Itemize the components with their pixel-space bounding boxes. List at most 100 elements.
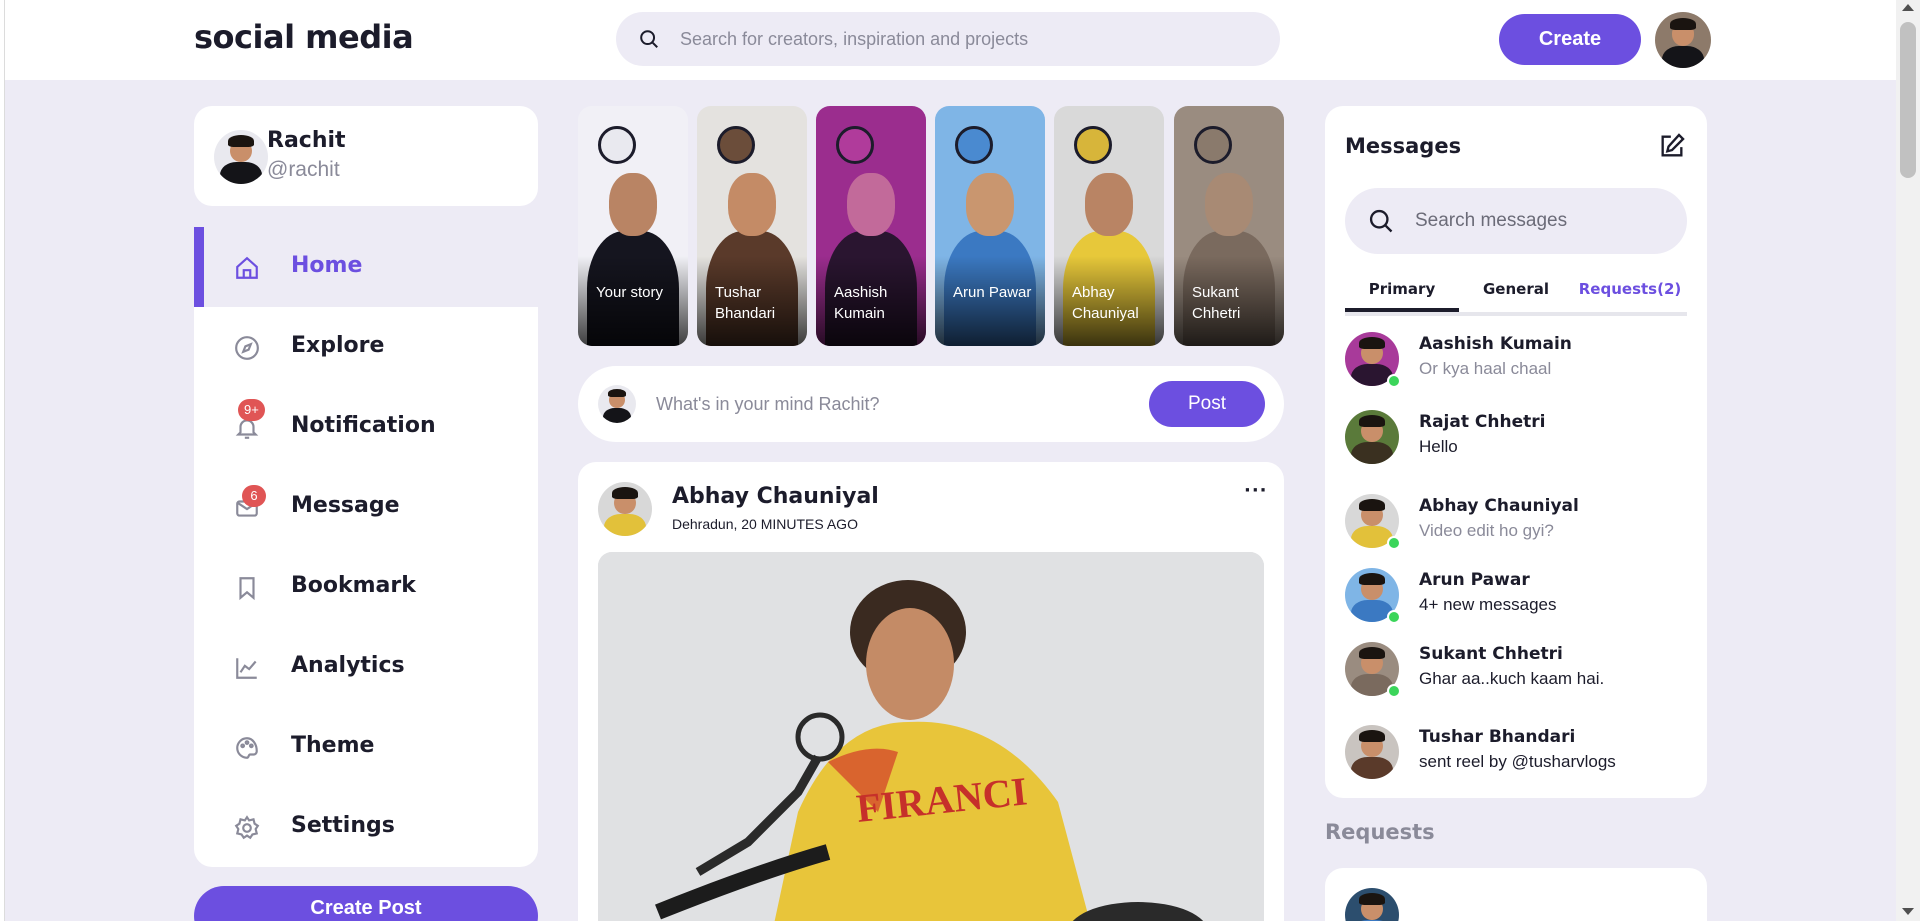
story-avatar xyxy=(717,126,755,164)
message-sender: Abhay Chauniyal xyxy=(1419,496,1579,516)
message-preview: Video edit ho gyi? xyxy=(1419,521,1554,540)
chart-icon xyxy=(236,658,257,679)
story-card[interactable]: Aashish Kumain xyxy=(816,106,926,346)
more-options-icon[interactable]: ··· xyxy=(1244,480,1268,501)
story-card[interactable]: Abhay Chauniyal xyxy=(1054,106,1164,346)
sidebar-item-analytics[interactable]: Analytics xyxy=(194,627,538,707)
search-icon xyxy=(640,30,658,48)
messages-title: Messages xyxy=(1345,134,1462,158)
message-sender: Arun Pawar xyxy=(1419,570,1530,590)
sidebar-item-settings[interactable]: Settings xyxy=(194,787,538,867)
edit-icon[interactable] xyxy=(1658,132,1686,160)
sidebar-item-label: Home xyxy=(291,253,363,278)
composer-avatar xyxy=(598,385,636,423)
message-badge: 6 xyxy=(242,485,266,507)
message-item[interactable]: Abhay Chauniyal Video edit ho gyi? xyxy=(1345,490,1687,558)
sidebar-nav: Home Explore 9+ Notification 6 Message B… xyxy=(194,227,538,867)
post-author-avatar[interactable] xyxy=(598,482,652,536)
request-avatar[interactable] xyxy=(1345,888,1399,921)
message-avatar xyxy=(1345,725,1399,779)
top-navbar: social media Create xyxy=(5,0,1896,80)
sidebar-item-label: Explore xyxy=(291,333,385,358)
search-icon xyxy=(1369,209,1393,233)
message-sender: Rajat Chhetri xyxy=(1419,412,1546,432)
requests-title: Requests xyxy=(1325,820,1435,844)
message-preview: 4+ new messages xyxy=(1419,595,1557,614)
story-card[interactable]: Arun Pawar xyxy=(935,106,1045,346)
composer-input[interactable] xyxy=(656,388,1126,420)
online-indicator xyxy=(1387,610,1401,624)
message-item[interactable]: Tushar Bhandari sent reel by @tusharvlog… xyxy=(1345,721,1687,789)
message-search-bar[interactable] xyxy=(1345,188,1687,254)
tab-requests[interactable]: Requests(2) xyxy=(1573,280,1687,298)
post-button[interactable]: Post xyxy=(1149,381,1265,427)
story-name: Abhay Chauniyal xyxy=(1072,284,1139,322)
bookmark-icon xyxy=(239,577,255,601)
message-preview: Hello xyxy=(1419,437,1458,456)
scroll-up-icon[interactable] xyxy=(1902,4,1914,11)
message-item[interactable]: Sukant Chhetri Ghar aa..kuch kaam hai. xyxy=(1345,638,1687,706)
tab-general[interactable]: General xyxy=(1459,280,1573,298)
story-card[interactable]: Your story xyxy=(578,106,688,346)
app-logo[interactable]: social media xyxy=(194,18,414,56)
story-name: Arun Pawar xyxy=(953,284,1032,301)
sidebar-item-label: Settings xyxy=(291,813,395,838)
story-avatar xyxy=(955,126,993,164)
create-button[interactable]: Create xyxy=(1499,14,1641,65)
feed-post: Abhay Chauniyal Dehradun, 20 MINUTES AGO… xyxy=(578,462,1284,921)
message-avatar xyxy=(1345,410,1399,464)
sidebar-item-explore[interactable]: Explore xyxy=(194,307,538,387)
online-indicator xyxy=(1387,374,1401,388)
scroll-thumb[interactable] xyxy=(1900,22,1916,178)
message-preview: sent reel by @tusharvlogs xyxy=(1419,752,1616,771)
message-preview: Or kya haal chaal xyxy=(1419,359,1552,378)
sidebar-item-theme[interactable]: Theme xyxy=(194,707,538,787)
story-name: Tushar Bhandari xyxy=(715,284,776,322)
search-bar[interactable] xyxy=(616,12,1280,66)
profile-avatar xyxy=(214,130,268,184)
message-sender: Sukant Chhetri xyxy=(1419,644,1563,664)
story-card[interactable]: Tushar Bhandari xyxy=(697,106,807,346)
story-card[interactable]: Sukant Chhetri xyxy=(1174,106,1284,346)
sidebar-item-label: Analytics xyxy=(291,653,405,678)
post-image[interactable]: FIRANCI xyxy=(598,552,1264,921)
post-meta: Dehradun, 20 MINUTES AGO xyxy=(672,516,858,532)
story-name: Your story xyxy=(596,284,663,301)
profile-name: Rachit xyxy=(267,128,346,153)
message-item[interactable]: Arun Pawar 4+ new messages xyxy=(1345,564,1687,632)
sidebar-item-label: Notification xyxy=(291,413,436,438)
sidebar-item-bookmark[interactable]: Bookmark xyxy=(194,547,538,627)
messages-panel: Messages Primary General Requests(2) Aas… xyxy=(1325,106,1707,798)
sidebar-item-notification[interactable]: 9+ Notification xyxy=(194,387,538,467)
online-indicator xyxy=(1387,684,1401,698)
message-item[interactable]: Rajat Chhetri Hello xyxy=(1345,406,1687,474)
user-avatar[interactable] xyxy=(1655,12,1711,68)
story-name: Sukant Chhetri xyxy=(1192,284,1241,322)
home-icon xyxy=(236,256,258,279)
message-tabs: Primary General Requests(2) xyxy=(1345,270,1687,316)
message-sender: Aashish Kumain xyxy=(1419,334,1572,354)
notification-badge: 9+ xyxy=(238,399,265,421)
sidebar-item-home[interactable]: Home xyxy=(194,227,538,307)
page-scrollbar[interactable] xyxy=(1896,0,1920,921)
profile-card[interactable]: Rachit @rachit xyxy=(194,106,538,206)
message-search-input[interactable] xyxy=(1415,210,1665,232)
story-avatar xyxy=(1074,126,1112,164)
online-indicator xyxy=(1387,536,1401,550)
search-input[interactable] xyxy=(680,28,1260,50)
story-avatar xyxy=(836,126,874,164)
post-author-name[interactable]: Abhay Chauniyal xyxy=(672,484,879,509)
message-item[interactable]: Aashish Kumain Or kya haal chaal xyxy=(1345,328,1687,396)
gear-icon xyxy=(234,815,260,840)
create-post-button[interactable]: Create Post xyxy=(194,886,538,921)
scroll-down-icon[interactable] xyxy=(1902,908,1914,915)
palette-icon xyxy=(236,737,258,759)
message-sender: Tushar Bhandari xyxy=(1419,727,1576,747)
message-preview: Ghar aa..kuch kaam hai. xyxy=(1419,669,1605,688)
story-avatar xyxy=(1194,126,1232,164)
tab-primary[interactable]: Primary xyxy=(1345,280,1459,312)
stories-row: Your story Tushar Bhandari Aashish Kumai… xyxy=(578,106,1284,346)
post-photo-illustration: FIRANCI xyxy=(598,552,1264,921)
sidebar-item-message[interactable]: 6 Message xyxy=(194,467,538,547)
sidebar-item-label: Bookmark xyxy=(291,573,416,598)
